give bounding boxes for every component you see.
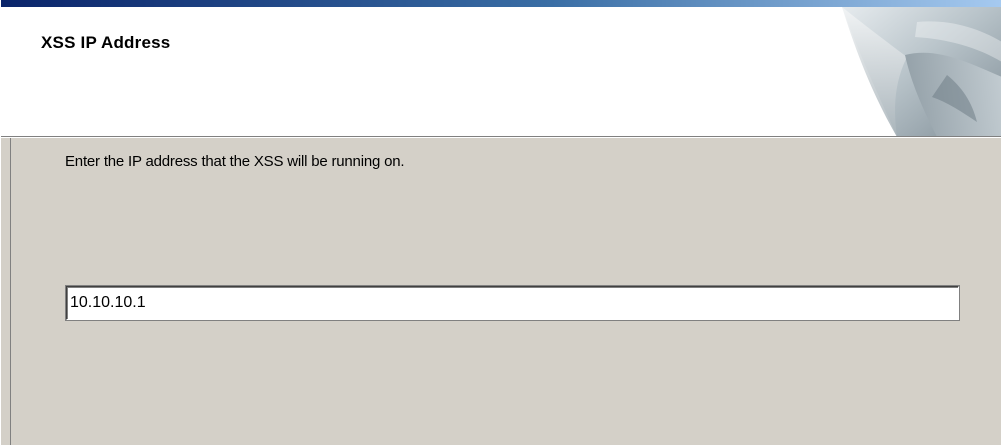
header-title: XSS IP Address (41, 33, 171, 52)
instruction-text: Enter the IP address that the XSS will b… (65, 153, 405, 170)
installer-dialog: XSS IP Address Enter the IP address that… (0, 0, 1001, 445)
page-curl-icon (842, 7, 1001, 136)
left-edge-divider (10, 138, 11, 445)
dialog-header: XSS IP Address (1, 7, 1001, 137)
ip-address-input[interactable] (65, 285, 960, 321)
title-bar-strip (1, 0, 1001, 7)
header-divider (1, 137, 1001, 138)
